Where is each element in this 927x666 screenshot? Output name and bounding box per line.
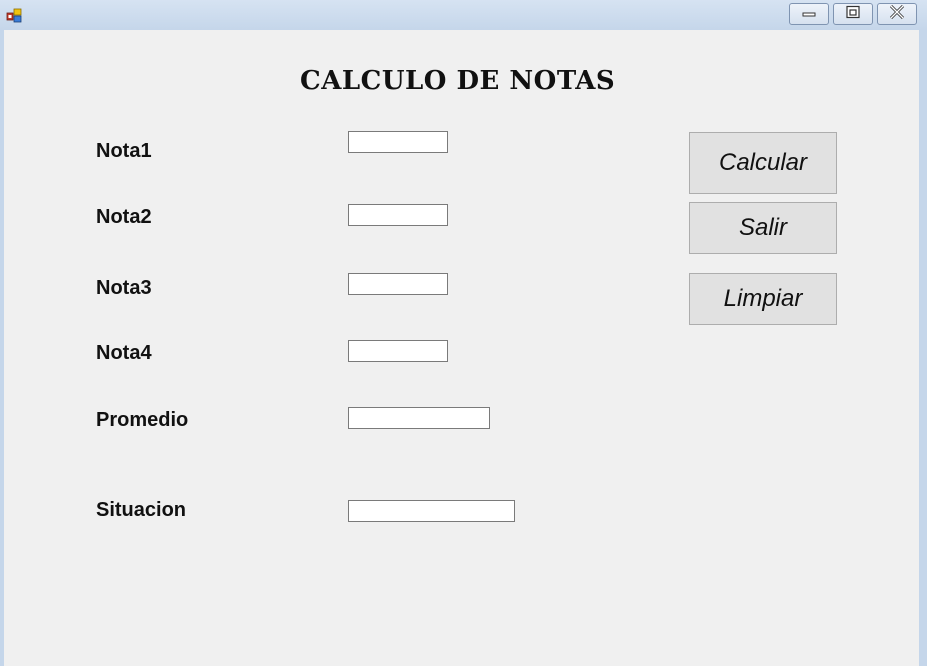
nota1-label: Nota1 bbox=[96, 140, 152, 162]
salir-button[interactable]: Salir bbox=[689, 202, 837, 254]
maximize-button[interactable] bbox=[833, 3, 873, 25]
nota3-input[interactable] bbox=[348, 273, 448, 295]
nota2-label: Nota2 bbox=[96, 206, 152, 228]
form-heading: CALCULO DE NOTAS bbox=[300, 66, 616, 96]
limpiar-button[interactable]: Limpiar bbox=[689, 273, 837, 325]
promedio-label: Promedio bbox=[96, 409, 189, 431]
situacion-label: Situacion bbox=[96, 499, 187, 521]
app-icon[interactable] bbox=[6, 7, 22, 23]
app-window: CALCULO DE NOTAS Nota1 Nota2 Nota3 Nota4… bbox=[0, 0, 927, 666]
close-button[interactable] bbox=[877, 3, 917, 25]
calcular-button[interactable]: Calcular bbox=[689, 132, 837, 194]
nota3-label: Nota3 bbox=[96, 277, 152, 299]
nota4-input[interactable] bbox=[348, 340, 448, 362]
title-bar[interactable] bbox=[0, 0, 927, 30]
close-icon bbox=[889, 4, 905, 24]
nota2-input[interactable] bbox=[348, 204, 448, 226]
nota1-input[interactable] bbox=[348, 131, 448, 153]
minimize-icon bbox=[801, 5, 817, 23]
nota4-label: Nota4 bbox=[96, 342, 152, 364]
maximize-icon bbox=[845, 5, 861, 24]
minimize-button[interactable] bbox=[789, 3, 829, 25]
promedio-output[interactable] bbox=[348, 407, 490, 429]
situacion-output[interactable] bbox=[348, 500, 515, 522]
